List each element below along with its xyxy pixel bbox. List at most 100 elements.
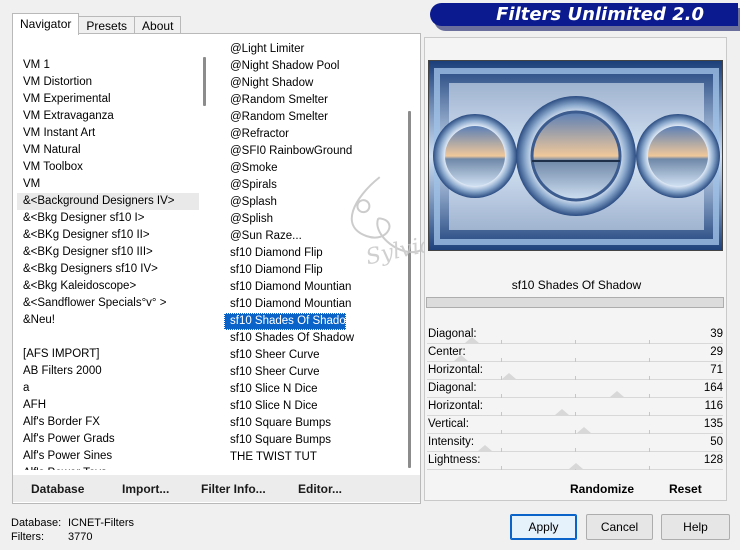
param-tick: [501, 466, 502, 470]
filter-item[interactable]: sf10 Diamond Mountian: [224, 296, 417, 313]
category-item[interactable]: [AFS IMPORT]: [17, 346, 208, 363]
param-thumb[interactable]: [453, 355, 468, 361]
cancel-button[interactable]: Cancel: [586, 514, 653, 540]
filter-item[interactable]: @Smoke: [224, 160, 417, 177]
filter-item[interactable]: sf10 Diamond Flip: [224, 262, 417, 279]
tab-navigator[interactable]: Navigator: [12, 13, 80, 35]
category-item[interactable]: Alf's Power Sines: [17, 448, 208, 465]
filter-item[interactable]: @Random Smelter: [224, 109, 417, 126]
filter-scroll-thumb[interactable]: [408, 111, 411, 468]
category-item[interactable]: Alf's Border FX: [17, 414, 208, 431]
editor-button[interactable]: Editor...: [298, 482, 342, 496]
category-item[interactable]: VM 1: [17, 57, 208, 74]
filters-count: 3770: [68, 531, 93, 543]
category-item[interactable]: &<BKg Designer sf10 III>: [17, 244, 208, 261]
category-item[interactable]: VM Extravaganza: [17, 108, 208, 125]
param-thumb[interactable]: [502, 373, 517, 379]
filter-item[interactable]: sf10 Sheer Curve: [224, 364, 417, 381]
filter-item[interactable]: sf10 Diamond Flip: [224, 245, 417, 262]
filter-item[interactable]: @Spirals: [224, 177, 417, 194]
param-slider[interactable]: Intensity: 50: [427, 434, 723, 452]
category-item[interactable]: [17, 329, 208, 346]
category-item[interactable]: VM Instant Art: [17, 125, 208, 142]
param-value: 164: [703, 382, 723, 394]
param-value: 29: [710, 346, 723, 358]
apply-button[interactable]: Apply: [510, 514, 577, 540]
filter-scrollbar[interactable]: [404, 41, 414, 469]
filter-item[interactable]: @SFI0 RainbowGround: [224, 143, 417, 160]
param-thumb[interactable]: [610, 391, 625, 397]
param-slider[interactable]: Center: 29: [427, 344, 723, 362]
category-item[interactable]: &<Background Designers IV>: [17, 193, 208, 210]
reset-button[interactable]: Reset: [669, 482, 702, 496]
category-item[interactable]: &<Bkg Designer sf10 I>: [17, 210, 208, 227]
navigator-toolbar: Database Import... Filter Info... Editor…: [13, 475, 420, 502]
filter-item[interactable]: @Splash: [224, 194, 417, 211]
category-item[interactable]: a: [17, 380, 208, 397]
param-value: 71: [710, 364, 723, 376]
param-thumb[interactable]: [568, 463, 583, 469]
param-label: Vertical:: [428, 418, 469, 430]
filter-item[interactable]: @Random Smelter: [224, 92, 417, 109]
param-label: Lightness:: [428, 454, 481, 466]
filter-list[interactable]: @Light Limiter @Night Shadow Pool @Night S…: [224, 40, 417, 470]
category-item[interactable]: &<BKg Designer sf10 II>: [17, 227, 208, 244]
param-slider[interactable]: Vertical: 135: [427, 416, 723, 434]
filter-item[interactable]: THE TWIST TUT: [224, 449, 417, 466]
filter-item[interactable]: sf10 Slice N Dice: [224, 398, 417, 415]
category-item[interactable]: Alf's Power Grads: [17, 431, 208, 448]
filter-item[interactable]: @Splish: [224, 211, 417, 228]
filter-info-button[interactable]: Filter Info...: [201, 482, 266, 496]
param-thumb[interactable]: [576, 427, 591, 433]
database-button[interactable]: Database: [31, 482, 84, 496]
param-slider[interactable]: Diagonal: 39: [427, 326, 723, 344]
category-item[interactable]: VM Distortion: [17, 74, 208, 91]
category-item[interactable]: VM Toolbox: [17, 159, 208, 176]
category-item[interactable]: &Neu!: [17, 312, 208, 329]
category-item[interactable]: &<Bkg Designers sf10 IV>: [17, 261, 208, 278]
category-list[interactable]: VM 1 VM Distortion VM Experimental VM Extra…: [17, 40, 208, 470]
selected-filter-name: sf10 Shades Of Shadow: [511, 278, 642, 292]
param-label: Horizontal:: [428, 364, 483, 376]
param-thumb[interactable]: [478, 445, 493, 451]
category-item[interactable]: VM: [17, 176, 208, 193]
param-label: Diagonal:: [428, 382, 477, 394]
param-slider[interactable]: Horizontal: 71: [427, 362, 723, 380]
category-item[interactable]: AB Filters 2000: [17, 363, 208, 380]
help-button[interactable]: Help: [661, 514, 730, 540]
category-item[interactable]: &<Bkg Kaleidoscope>: [17, 278, 208, 295]
database-label: Database:: [11, 517, 62, 529]
category-item[interactable]: VM Experimental: [17, 91, 208, 108]
preview-panel: sf10 Shades Of Shadow Diagonal: 39 Center:…: [424, 37, 727, 501]
category-scrollbar[interactable]: [199, 41, 209, 469]
param-slider[interactable]: Horizontal: 116: [427, 398, 723, 416]
category-item[interactable]: VM Natural: [17, 142, 208, 159]
filter-item[interactable]: sf10 Sheer Curve: [224, 347, 417, 364]
param-value: 135: [703, 418, 723, 430]
filter-item[interactable]: sf10 Shades Of Shadow: [224, 330, 417, 347]
filter-item[interactable]: sf10 Square Bumps: [224, 415, 417, 432]
filter-item[interactable]: @Sun Raze...: [224, 228, 417, 245]
filter-item[interactable]: sf10 Square Bumps: [224, 432, 417, 449]
category-item[interactable]: &<Sandflower Specials°v° >: [17, 295, 208, 312]
param-thumb[interactable]: [554, 409, 569, 415]
filter-item[interactable]: @Night Shadow: [224, 75, 417, 92]
filter-item[interactable]: @Night Shadow Pool: [224, 58, 417, 75]
import-button[interactable]: Import...: [122, 482, 169, 496]
category-item[interactable]: Alf's Power Toys: [17, 465, 208, 470]
param-thumb[interactable]: [465, 337, 480, 343]
param-slider[interactable]: Lightness: 128: [427, 452, 723, 470]
filters-label: Filters:: [11, 531, 44, 543]
filter-item[interactable]: @Refractor: [224, 126, 417, 143]
param-slider[interactable]: Diagonal: 164: [427, 380, 723, 398]
filter-preview-image: [428, 60, 723, 251]
category-scroll-thumb[interactable]: [203, 57, 206, 106]
filter-item[interactable]: sf10 Slice N Dice: [224, 381, 417, 398]
filter-item[interactable]: @Light Limiter: [224, 41, 417, 58]
param-label: Horizontal:: [428, 400, 483, 412]
filter-item[interactable]: sf10 Diamond Mountian: [224, 279, 417, 296]
randomize-button[interactable]: Randomize: [570, 482, 634, 496]
footer-info: Database: ICNET-Filters Filters: 3770: [11, 516, 134, 544]
filter-item-selected[interactable]: sf10 Shades Of Shadow: [224, 313, 354, 330]
category-item[interactable]: AFH: [17, 397, 208, 414]
